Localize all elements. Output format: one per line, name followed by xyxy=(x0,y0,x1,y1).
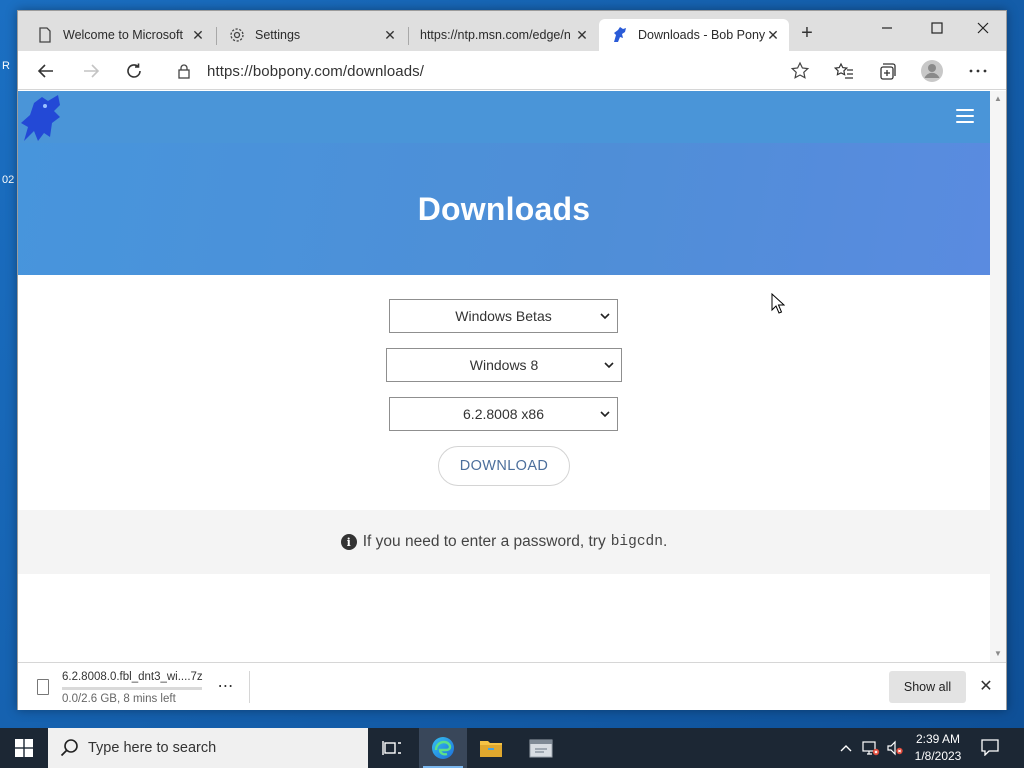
build-select-value: 6.2.8008 x86 xyxy=(463,406,544,422)
tab-label: Settings xyxy=(255,28,301,42)
bobpony-favicon-icon xyxy=(611,26,629,44)
gear-icon xyxy=(228,26,246,44)
volume-muted-icon xyxy=(887,740,903,756)
download-progress-bar xyxy=(62,687,202,690)
password-note: i If you need to enter a password, try b… xyxy=(18,510,990,574)
scroll-up-icon[interactable]: ▲ xyxy=(994,95,1002,103)
product-select[interactable]: Windows 8 xyxy=(386,348,622,382)
tab-settings[interactable]: Settings ✕ xyxy=(216,19,406,51)
search-icon xyxy=(60,739,78,757)
taskbar-edge[interactable] xyxy=(419,728,467,768)
edge-icon xyxy=(432,737,454,759)
desktop-text-fragment: R xyxy=(2,60,10,72)
tab-label: Welcome to Microsoft Edge xyxy=(63,28,187,42)
site-navbar xyxy=(18,91,990,143)
start-button[interactable] xyxy=(0,728,48,768)
tab-label: https://ntp.msn.com/edge/ntp xyxy=(420,28,570,42)
tab-welcome[interactable]: Welcome to Microsoft Edge ✕ xyxy=(24,19,214,51)
close-icon[interactable]: ✕ xyxy=(190,27,206,43)
tab-label: Downloads - Bob Pony xyxy=(638,28,766,42)
clock-date: 1/8/2023 xyxy=(914,749,962,763)
taskbar: Type here to search 2:39 AM 1/8/2023 xyxy=(0,728,1024,768)
collections-icon[interactable] xyxy=(873,57,901,85)
chevron-down-icon xyxy=(604,362,614,369)
note-text: If you need to enter a password, try xyxy=(362,533,606,550)
category-select[interactable]: Windows Betas xyxy=(389,299,618,333)
task-view-icon xyxy=(382,741,401,755)
close-icon[interactable]: ✕ xyxy=(765,27,781,43)
url-text[interactable]: https://bobpony.com/downloads/ xyxy=(207,63,424,80)
forward-button[interactable] xyxy=(77,57,105,85)
lock-icon[interactable] xyxy=(176,63,192,79)
note-suffix: . xyxy=(662,533,668,550)
page-hero: Downloads xyxy=(18,143,990,314)
back-button[interactable] xyxy=(32,57,60,85)
close-window-button[interactable] xyxy=(960,15,1006,41)
tab-downloads-bob-pony[interactable]: Downloads - Bob Pony ✕ xyxy=(599,19,789,51)
download-shelf: 6.2.8008.0.fbl_dnt3_wi....7z 0.0/2.6 GB,… xyxy=(18,662,1006,710)
volume-button[interactable] xyxy=(884,728,906,768)
page-viewport: Downloads Windows Betas Windows 8 6.2.80… xyxy=(18,91,990,662)
address-bar[interactable]: https://bobpony.com/downloads/ xyxy=(162,55,814,87)
minimize-button[interactable] xyxy=(864,15,910,41)
maximize-button[interactable] xyxy=(914,15,960,41)
network-status-button[interactable] xyxy=(860,728,882,768)
taskbar-clock[interactable]: 2:39 AM 1/8/2023 xyxy=(906,731,970,765)
refresh-button[interactable] xyxy=(120,57,148,85)
folder-icon xyxy=(480,741,502,757)
page-icon xyxy=(36,26,54,44)
info-icon: i xyxy=(340,534,357,550)
close-icon[interactable]: ✕ xyxy=(574,27,590,43)
clock-time: 2:39 AM xyxy=(915,732,961,746)
tab-strip: Welcome to Microsoft Edge ✕ Settings ✕ h… xyxy=(18,11,1006,51)
notification-icon xyxy=(981,739,999,757)
product-select-value: Windows 8 xyxy=(469,357,539,373)
mouse-cursor-icon xyxy=(771,293,785,314)
browser-window: Welcome to Microsoft Edge ✕ Settings ✕ h… xyxy=(17,10,1007,710)
new-tab-button[interactable]: + xyxy=(796,23,818,45)
page-title: Downloads xyxy=(417,191,591,227)
close-shelf-icon[interactable]: ✕ xyxy=(976,677,996,697)
taskbar-app[interactable] xyxy=(517,728,565,768)
shelf-divider xyxy=(249,671,250,703)
file-icon xyxy=(37,679,49,695)
task-view-button[interactable] xyxy=(368,728,416,768)
chevron-up-icon xyxy=(840,745,852,752)
windows-logo-icon xyxy=(15,739,33,757)
desktop-text-fragment: 02 xyxy=(2,174,15,186)
network-icon xyxy=(862,741,880,756)
download-button[interactable]: DOWNLOAD xyxy=(438,446,570,486)
hamburger-menu-icon[interactable] xyxy=(956,109,974,123)
download-more-button[interactable]: ⋯ xyxy=(215,676,237,696)
scroll-down-icon[interactable]: ▼ xyxy=(994,650,1002,658)
chevron-down-icon xyxy=(600,411,610,418)
show-hidden-icons-button[interactable] xyxy=(836,728,856,768)
close-icon[interactable]: ✕ xyxy=(382,27,398,43)
bobpony-logo-icon[interactable] xyxy=(18,93,66,143)
taskbar-file-explorer[interactable] xyxy=(467,728,515,768)
download-filename[interactable]: 6.2.8008.0.fbl_dnt3_wi....7z xyxy=(62,671,203,683)
favorites-icon[interactable] xyxy=(830,57,858,85)
show-all-button[interactable]: Show all xyxy=(889,671,966,703)
tab-msn[interactable]: https://ntp.msn.com/edge/ntp ✕ xyxy=(408,19,598,51)
profile-avatar[interactable] xyxy=(918,57,946,85)
build-select[interactable]: 6.2.8008 x86 xyxy=(389,397,618,431)
app-window-icon xyxy=(529,739,553,758)
search-placeholder: Type here to search xyxy=(88,740,217,756)
password-code: bigcdn xyxy=(610,534,663,550)
taskbar-search-box[interactable]: Type here to search xyxy=(48,728,368,768)
browser-toolbar: https://bobpony.com/downloads/ xyxy=(18,51,1006,90)
more-menu-icon[interactable] xyxy=(964,57,992,85)
chevron-down-icon xyxy=(600,313,610,320)
category-select-value: Windows Betas xyxy=(455,308,552,324)
download-status: 0.0/2.6 GB, 8 mins left xyxy=(62,693,176,705)
favorite-star-icon[interactable] xyxy=(790,61,810,81)
notification-center-button[interactable] xyxy=(980,738,1002,758)
page-scrollbar[interactable]: ▲ ▼ xyxy=(990,91,1006,662)
